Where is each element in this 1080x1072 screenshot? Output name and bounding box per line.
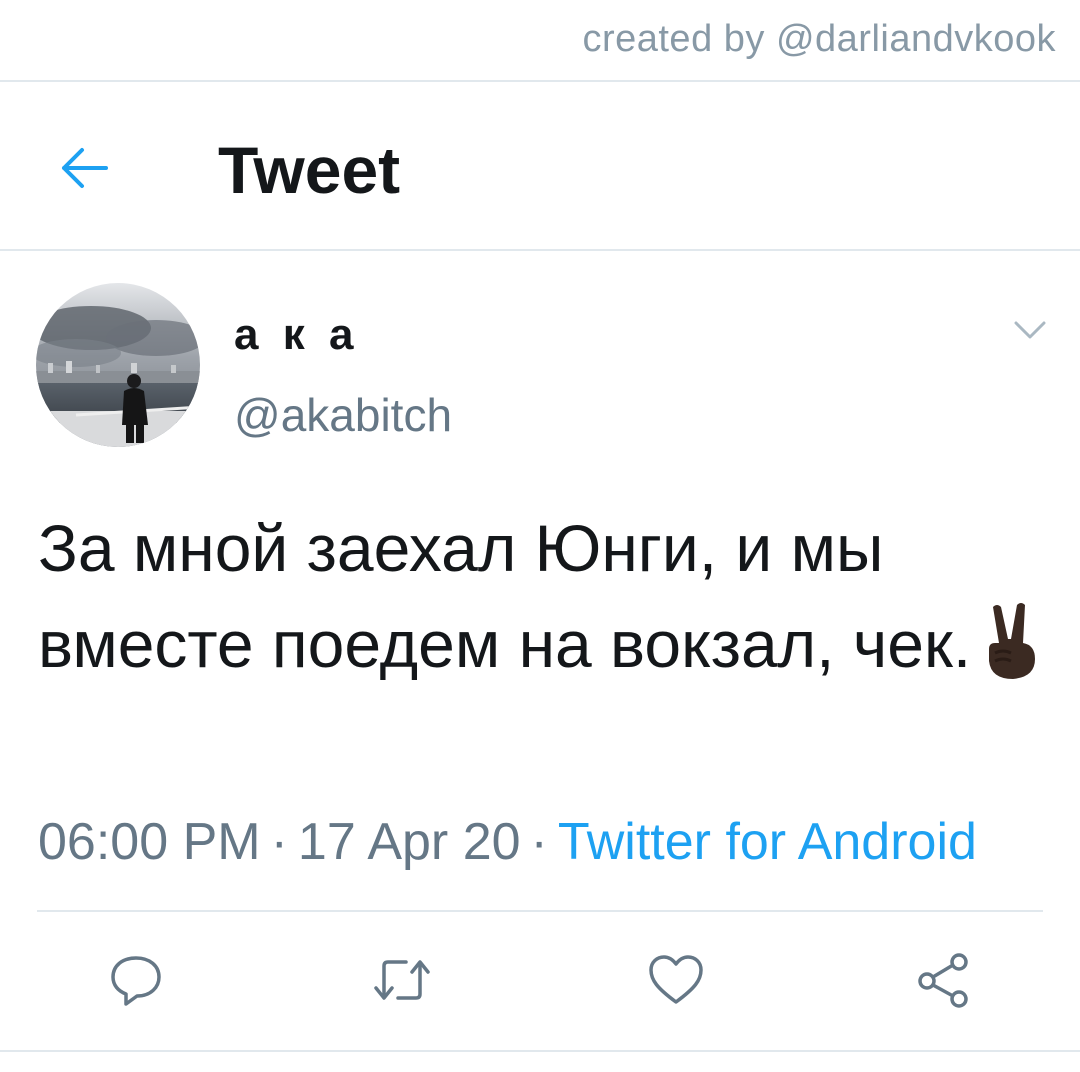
meta-separator: · — [270, 813, 288, 871]
arrow-left-icon — [62, 148, 108, 188]
tweet-time: 06:00 PM — [38, 813, 261, 871]
avatar-image — [36, 283, 200, 447]
tweet-text: За мной заехал Юнги, и мы вместе поедем … — [38, 500, 1048, 706]
divider — [37, 910, 1043, 912]
heart-icon — [649, 955, 703, 1004]
victory-hand-emoji — [981, 601, 1041, 706]
reply-button[interactable] — [104, 948, 168, 1012]
divider — [0, 249, 1080, 251]
back-button[interactable] — [52, 136, 116, 200]
avatar[interactable] — [36, 283, 200, 447]
author-handle[interactable]: @akabitch — [234, 388, 452, 442]
page-title: Tweet — [218, 133, 401, 207]
author-display-name[interactable]: а к а — [234, 310, 359, 360]
tweet-source-link[interactable]: Twitter for Android — [558, 813, 977, 871]
share-button[interactable] — [912, 948, 976, 1012]
chevron-down-icon — [1014, 321, 1046, 339]
tweet-meta: 06:00 PM · 17 Apr 20 · Twitter for Android — [38, 812, 977, 872]
divider — [0, 1050, 1080, 1052]
watermark-text: created by @darliandvkook — [582, 18, 1056, 60]
tweet-date: 17 Apr 20 — [297, 813, 521, 871]
retweet-icon — [374, 960, 430, 1000]
tweet-body: За мной заехал Юнги, и мы вместе поедем … — [38, 511, 972, 681]
like-button[interactable] — [644, 948, 708, 1012]
divider — [0, 80, 1080, 82]
retweet-button[interactable] — [370, 948, 434, 1012]
share-icon — [918, 953, 968, 1008]
meta-separator: · — [530, 813, 548, 871]
tweet-options-button[interactable] — [1008, 312, 1052, 348]
speech-bubble-icon — [111, 956, 161, 1006]
